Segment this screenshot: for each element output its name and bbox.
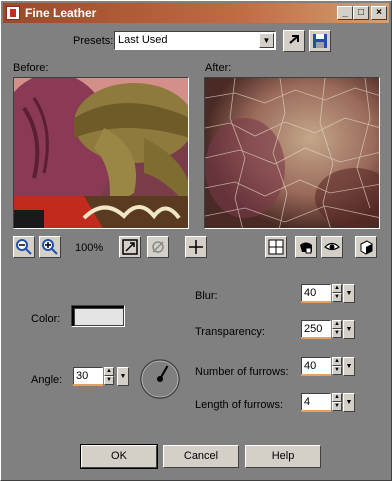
proof-icon [152,241,164,253]
furrow-length-up-icon[interactable]: ▲ [332,393,342,402]
cube-icon [360,240,373,255]
presets-dropdown[interactable]: Last Used ▼ [114,31,276,50]
leather-effect-image [205,78,379,228]
furrow-length-more-icon[interactable]: ▼ [343,393,355,412]
zoom-level: 100% [75,242,104,254]
furrow-length-value: 4 [304,396,311,408]
furrows-up-icon[interactable]: ▲ [332,357,342,366]
angle-value: 30 [76,370,89,382]
reset-preset-button[interactable] [283,30,305,52]
angle-dial[interactable] [139,358,181,400]
color-swatch-fill [74,308,124,326]
angle-more-icon[interactable]: ▼ [117,367,129,386]
minimize-button[interactable]: _ [337,6,353,20]
angle-field-accent [73,384,103,386]
furrows-value: 40 [304,360,317,372]
auto-proof-button[interactable] [321,236,343,258]
chevron-down-icon[interactable]: ▼ [259,33,274,48]
angle-up-icon[interactable]: ▲ [104,367,114,376]
cancel-button[interactable]: Cancel [163,445,239,468]
blur-more-icon[interactable]: ▼ [343,284,355,303]
before-preview[interactable] [13,77,189,229]
transparency-value: 250 [304,323,323,335]
blur-label: Blur: [195,290,218,302]
eye-icon [324,242,340,251]
furrows-more-icon[interactable]: ▼ [343,357,355,376]
after-preview[interactable] [204,77,380,229]
undo-arrow-icon [289,35,299,44]
furrows-down-icon[interactable]: ▼ [332,366,342,375]
close-button[interactable]: × [371,6,387,20]
ok-button[interactable]: OK [80,444,158,469]
transparency-down-icon[interactable]: ▼ [332,329,342,338]
navigate-button[interactable] [265,236,287,258]
presets-value: Last Used [118,34,168,46]
blur-value: 40 [304,287,317,299]
angle-down-icon[interactable]: ▼ [104,376,114,385]
help-button[interactable]: Help [245,445,321,468]
title-bar[interactable]: Fine Leather _ □ × [3,3,389,23]
transparency-label: Transparency: [195,326,265,338]
transparency-field-accent [301,337,331,339]
furrow-length-down-icon[interactable]: ▼ [332,402,342,411]
zoom-in-icon [42,239,58,255]
zoom-in-button[interactable] [39,236,61,258]
furrows-field-accent [301,374,331,376]
presets-label: Presets: [73,35,114,47]
furrow-length-field-accent [301,410,331,412]
fine-leather-dialog: Fine Leather _ □ × Presets: Last Used ▼ … [0,0,392,481]
blur-up-icon[interactable]: ▲ [332,284,342,293]
dice-hand-icon [300,242,312,254]
fit-to-window-button[interactable] [119,236,141,258]
app-icon [6,6,20,20]
furrow-length-label: Length of furrows: [195,399,284,411]
blur-down-icon[interactable]: ▼ [332,293,342,302]
transparency-more-icon[interactable]: ▼ [343,320,355,339]
after-label: After: [205,62,232,74]
color-swatch[interactable] [71,305,125,327]
maximize-button[interactable]: □ [353,6,369,20]
move-icon [189,240,203,254]
window-title: Fine Leather [25,6,97,20]
color-label: Color: [31,313,61,325]
reset-button[interactable] [355,236,377,258]
angle-label: Angle: [31,374,63,386]
randomize-button[interactable] [295,236,317,258]
transparency-up-icon[interactable]: ▲ [332,320,342,329]
zoom-out-button[interactable] [13,236,35,258]
save-preset-button[interactable] [309,30,331,52]
blur-field-accent [301,301,331,303]
floppy-disk-icon [313,34,327,48]
dragon-image [14,78,188,228]
proof-button[interactable] [147,236,169,258]
fit-window-icon [122,239,138,255]
zoom-out-icon [16,239,32,255]
furrows-label: Number of furrows: [195,366,289,378]
pan-button[interactable] [185,236,207,258]
before-label: Before: [13,62,49,74]
navigate-icon [268,239,284,255]
